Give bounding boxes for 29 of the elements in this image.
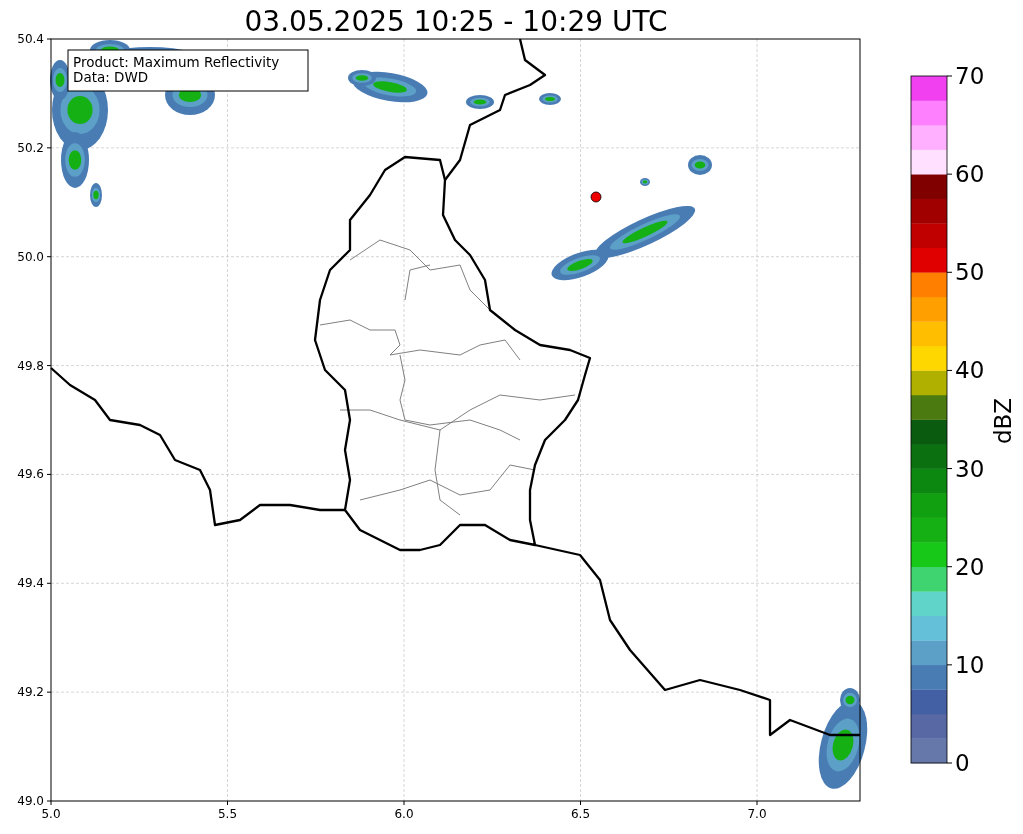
colorbar-tick-label: 30 [955, 455, 985, 482]
y-tick-label: 49.6 [17, 467, 44, 482]
x-tick-label: 6.0 [394, 807, 414, 821]
y-tick-label: 49.4 [17, 576, 44, 591]
x-tick-label: 5.5 [217, 807, 238, 821]
y-tick-label: 49.0 [17, 794, 44, 808]
legend-text: Data: DWD [73, 69, 149, 85]
colorbar-tick-label: 70 [955, 63, 985, 89]
colorbar-tick-label: 0 [955, 750, 970, 776]
colorbar-tick-label: 20 [955, 553, 985, 580]
legend-text: Product: Maximum Reflectivity [73, 54, 280, 70]
x-tick-label: 7.0 [747, 807, 767, 821]
y-tick-label: 49.8 [17, 358, 44, 373]
colorbar-tick-label: 50 [955, 259, 985, 286]
x-tick-label: 5.0 [41, 807, 61, 821]
y-tick-label: 49.2 [17, 685, 44, 700]
location-marker [590, 191, 602, 203]
chart-title: 03.05.2025 10:25 - 10:29 UTC [244, 5, 668, 38]
colorbar-tick-label: 40 [955, 357, 985, 384]
x-tick-label: 6.5 [570, 807, 591, 821]
radar-echo [466, 95, 494, 109]
radar-echo [640, 155, 712, 186]
colorbar-label: dBZ [990, 397, 1016, 445]
colorbar-tick-label: 60 [955, 161, 985, 188]
radar-echo [539, 93, 561, 105]
y-tick-label: 50.0 [17, 249, 44, 264]
y-tick-label: 50.2 [17, 140, 44, 155]
colorbar-tick-label: 10 [955, 651, 985, 678]
y-tick-label: 50.4 [17, 32, 44, 46]
